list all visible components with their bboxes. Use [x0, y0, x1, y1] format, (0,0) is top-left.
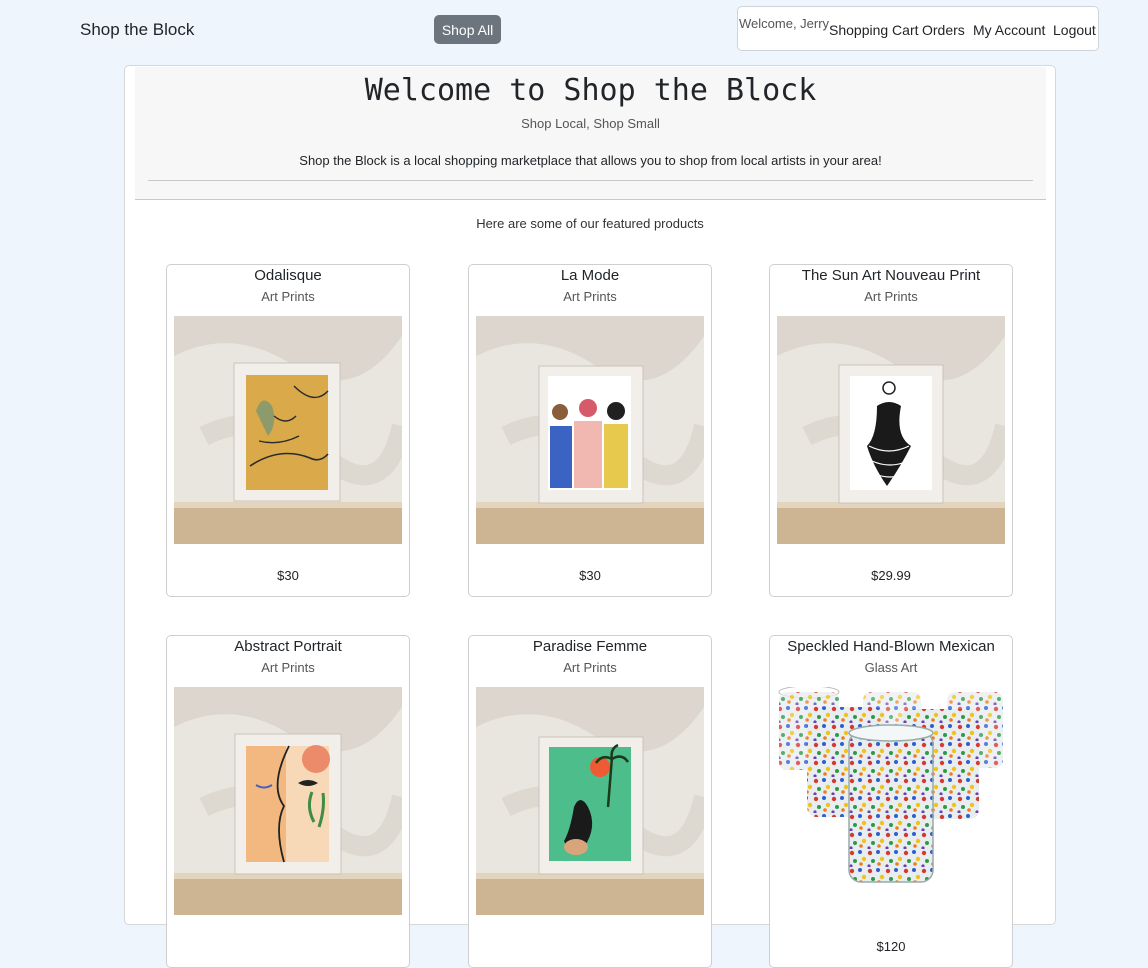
- product-card[interactable]: Speckled Hand-Blown Mexican Glass Art $1…: [769, 635, 1013, 968]
- hero-banner: Welcome to Shop the Block Shop Local, Sh…: [135, 67, 1046, 200]
- product-price: $30: [579, 568, 601, 583]
- product-card[interactable]: Paradise Femme Art Prints: [468, 635, 712, 968]
- product-card[interactable]: Odalisque Art Prints $30: [166, 264, 410, 597]
- product-name[interactable]: The Sun Art Nouveau Print: [770, 267, 1012, 284]
- product-name[interactable]: La Mode: [469, 267, 711, 284]
- product-category: Art Prints: [864, 289, 918, 304]
- product-card[interactable]: The Sun Art Nouveau Print Art Prints $29…: [769, 264, 1013, 597]
- product-image[interactable]: [476, 316, 704, 544]
- product-image[interactable]: [777, 687, 1005, 915]
- divider: [148, 180, 1033, 181]
- shop-all-button[interactable]: Shop All: [434, 15, 501, 44]
- product-price: $29.99: [871, 568, 911, 583]
- product-image[interactable]: [476, 687, 704, 915]
- featured-intro-text: Here are some of our featured products: [476, 216, 704, 231]
- product-image[interactable]: [174, 687, 402, 915]
- product-name[interactable]: Abstract Portrait: [167, 638, 409, 655]
- product-name[interactable]: Odalisque: [167, 267, 409, 284]
- account-nav: Welcome, Jerry Shopping Cart Orders My A…: [737, 6, 1099, 51]
- product-card[interactable]: La Mode Art Prints $30: [468, 264, 712, 597]
- product-category: Art Prints: [563, 660, 617, 675]
- product-category: Art Prints: [261, 660, 315, 675]
- logout-link[interactable]: Logout: [1053, 22, 1096, 38]
- product-image[interactable]: [777, 316, 1005, 544]
- product-category: Art Prints: [563, 289, 617, 304]
- product-image[interactable]: [174, 316, 402, 544]
- product-name[interactable]: Speckled Hand-Blown Mexican: [770, 638, 1012, 655]
- orders-link[interactable]: Orders: [922, 22, 965, 38]
- welcome-text: Welcome, Jerry: [739, 16, 830, 31]
- brand-link[interactable]: Shop the Block: [80, 20, 194, 40]
- product-price: $120: [876, 939, 906, 954]
- product-card[interactable]: Abstract Portrait Art Prints: [166, 635, 410, 968]
- site-description: Shop the Block is a local shopping marke…: [299, 153, 882, 168]
- divider: [135, 199, 1046, 200]
- page-title: Welcome to Shop the Block: [364, 73, 817, 108]
- tagline: Shop Local, Shop Small: [521, 116, 660, 131]
- product-category: Art Prints: [261, 289, 315, 304]
- product-category: Glass Art: [864, 660, 918, 675]
- my-account-link[interactable]: My Account: [973, 22, 1045, 38]
- product-price: $30: [277, 568, 299, 583]
- product-name[interactable]: Paradise Femme: [469, 638, 711, 655]
- shopping-cart-link[interactable]: Shopping Cart: [829, 22, 919, 38]
